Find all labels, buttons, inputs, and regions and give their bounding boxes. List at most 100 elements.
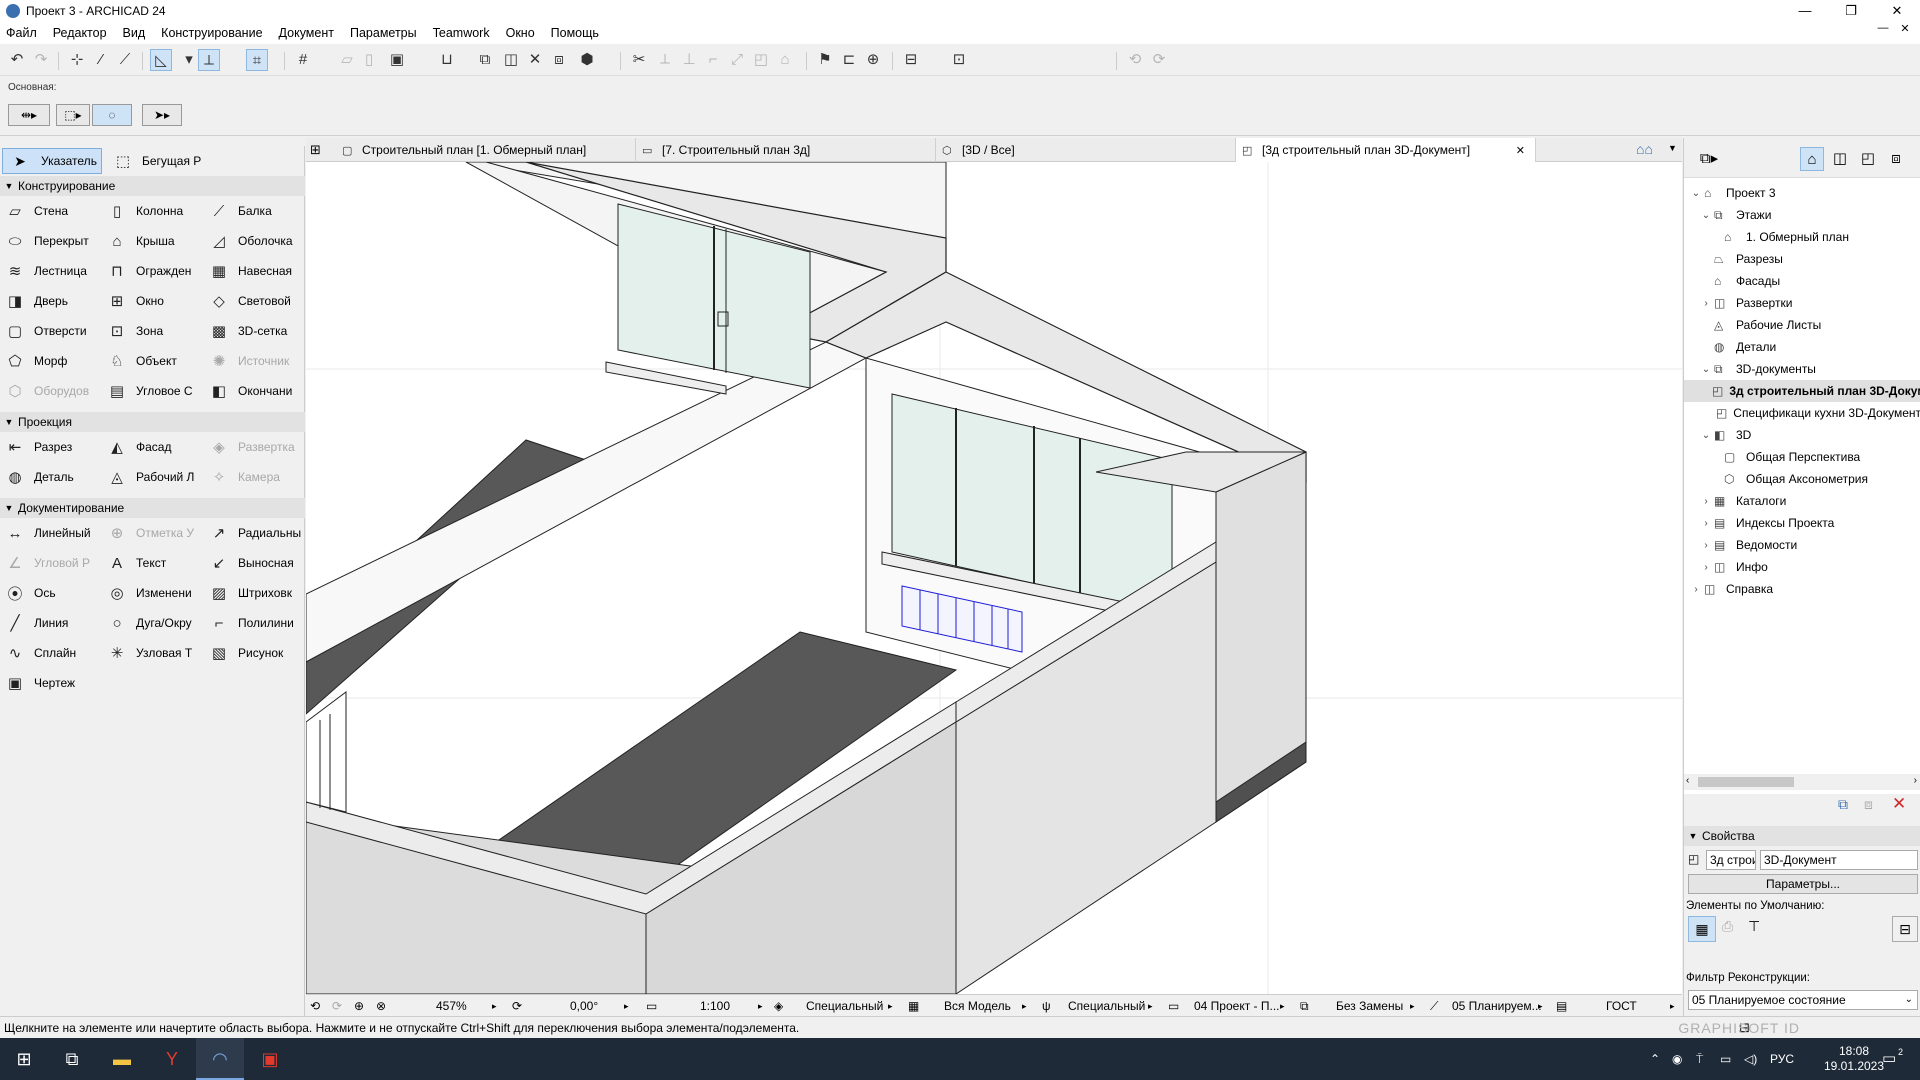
guide-dropdown-icon[interactable]: ▾ [178, 49, 200, 71]
tool-linear-dimension[interactable]: ↔ Линейный [4, 520, 102, 546]
input-language[interactable]: РУС [1770, 1038, 1794, 1080]
chevron-right-icon[interactable]: › [1700, 540, 1712, 551]
geometry-method-icon[interactable]: ◌ [92, 104, 132, 126]
tool-elevation[interactable]: ◭ Фасад [106, 434, 204, 460]
printer-defaults-icon[interactable]: ⎙ [1722, 918, 1733, 935]
task-view-icon[interactable]: ⧉ [48, 1038, 96, 1080]
delete-view-icon[interactable]: ✕ [1892, 794, 1906, 814]
model-view-icon[interactable]: ▦ [908, 995, 919, 1017]
tool-wall[interactable]: ▱ Стена [4, 198, 102, 224]
navigator-mode-icon[interactable]: ⧉▸ [1692, 147, 1726, 171]
collapse-icon[interactable]: ▼ [0, 417, 18, 427]
tab-close-icon[interactable]: ✕ [1516, 144, 1525, 157]
tool-angle-dimension[interactable]: ∠ Угловой Р [4, 550, 102, 576]
navigator-item[interactable]: ◬ Рабочие Листы [1684, 314, 1920, 336]
renovation-value[interactable]: 05 Планируем... [1452, 995, 1542, 1017]
orientation-icon[interactable]: ⟳ [512, 995, 522, 1017]
tab-floor-plan-3d[interactable]: ▭ [7. Строительный план 3д] [636, 138, 936, 162]
resize-icon[interactable]: ◰ [750, 49, 772, 71]
menu-design[interactable]: Конструирование [161, 26, 262, 40]
view-switcher-icon[interactable]: ⌂⌂ [1636, 141, 1653, 157]
renovation-icon[interactable]: ⟋ [1430, 995, 1438, 1017]
tool-corner-window[interactable]: ▤ Угловое С [106, 378, 204, 404]
3d-explore-icon[interactable]: ⧈ [548, 49, 570, 71]
scrollbar-thumb[interactable] [1698, 777, 1794, 787]
tool-drawing[interactable]: ▣ Чертеж [4, 670, 102, 696]
library-defaults-icon[interactable]: ⊤ [1748, 918, 1760, 935]
toolbox-section-header[interactable]: ▼ Проекция [0, 412, 305, 432]
suspend-groups-icon[interactable]: ▣ [386, 49, 408, 71]
navigator-item[interactable]: › ◫ Развертки [1684, 292, 1920, 314]
pick-up-parameters-icon[interactable]: ⊹ [66, 49, 88, 71]
pdf-reader-icon[interactable]: ▣ [246, 1038, 294, 1080]
eyedropper-icon[interactable]: ⁄ [90, 49, 112, 71]
menu-view[interactable]: Вид [123, 26, 146, 40]
maximize-button[interactable]: ❐ [1828, 0, 1874, 22]
layer-combo-icon[interactable]: ◈ [774, 995, 783, 1017]
zoom-back-icon[interactable]: ⟲ [310, 995, 320, 1017]
view-map-icon[interactable]: ◫ [1828, 147, 1852, 171]
standard-icon[interactable]: ▤ [1556, 995, 1567, 1017]
render-icon[interactable]: ⬢ [576, 49, 598, 71]
navigator-item[interactable]: ⬡ Общая Аксонометрия [1684, 468, 1920, 490]
tool-polyline[interactable]: ⌐ Полилини [208, 610, 306, 636]
chevron-right-icon[interactable]: › [1690, 584, 1702, 595]
3d-model-drawing[interactable] [306, 162, 1682, 994]
override-dropdown-icon[interactable]: ▸ [1410, 995, 1415, 1017]
tool-skylight[interactable]: ◇ Световой [208, 288, 306, 314]
structure-icon[interactable]: ⊏ [838, 49, 860, 71]
navigator-item[interactable]: ⌄ ◧ 3D [1684, 424, 1920, 446]
scale-value[interactable]: 1:100 [700, 995, 730, 1017]
layout-book-icon[interactable]: ◰ [1856, 147, 1880, 171]
model-view-dropdown-icon[interactable]: ▸ [1022, 995, 1027, 1017]
angle-value[interactable]: 0,00° [570, 995, 598, 1017]
zoom-dropdown-icon[interactable]: ▸ [492, 995, 497, 1017]
tool-door[interactable]: ◨ Дверь [4, 288, 102, 314]
tool-line[interactable]: ╱ Линия [4, 610, 102, 636]
view-id-field[interactable]: 3д строи [1706, 850, 1756, 870]
pen-set-value[interactable]: Специальный [1068, 995, 1145, 1017]
microphone-icon[interactable]: ⍑ [1696, 1038, 1703, 1080]
roof-trim-icon[interactable]: ⌂ [774, 49, 796, 71]
people-icon[interactable]: ◉ [1672, 1038, 1682, 1080]
tool-slab[interactable]: ⬭ Перекрыт [4, 228, 102, 254]
selection-method-icon[interactable]: ⇹▸ [8, 104, 50, 126]
syringe-icon[interactable]: ⟋ [114, 49, 136, 71]
scroll-right-icon[interactable]: › [1914, 775, 1917, 786]
tool-figure[interactable]: ▧ Рисунок [208, 640, 306, 666]
fit-in-window-icon[interactable]: ⊗ [376, 995, 386, 1017]
tool-level-dimension[interactable]: ⊕ Отметка У [106, 520, 204, 546]
tool-grid-element[interactable]: ⦿ Ось [4, 580, 102, 606]
angle-dropdown-icon[interactable]: ▸ [624, 995, 629, 1017]
view-switcher-dropdown-icon[interactable]: ▼ [1668, 143, 1677, 153]
graphisoft-id[interactable]: GRAPHISOFT ID [1678, 1017, 1800, 1039]
chevron-right-icon[interactable]: › [1700, 562, 1712, 573]
override-icon[interactable]: ⧉ [1300, 995, 1309, 1017]
fillet-icon[interactable]: ⌐ [702, 49, 724, 71]
tool-beam[interactable]: ⟋ Балка [208, 198, 306, 224]
tab-3d-document[interactable]: ◰ [3д строительный план 3D-Документ] ✕ [1236, 138, 1536, 162]
chevron-down-icon[interactable]: ⌄ [1700, 430, 1712, 441]
navigator-item[interactable]: ⌂ Фасады [1684, 270, 1920, 292]
dimension-dropdown-icon[interactable]: ▸ [1280, 995, 1285, 1017]
teamwork-send-icon[interactable]: ⟲ [1124, 49, 1146, 71]
layer-combo-value[interactable]: Специальный [806, 995, 883, 1017]
tool-interior-elevation[interactable]: ◈ Развертка [208, 434, 306, 460]
flag-icon[interactable]: ⚑ [814, 49, 836, 71]
tool-wall-end[interactable]: ◧ Окончани [208, 378, 306, 404]
archicad-icon[interactable]: ◠ [196, 1038, 244, 1080]
zoom-in-icon[interactable]: ⊕ [354, 995, 364, 1017]
collapse-icon[interactable]: ▼ [1684, 831, 1702, 841]
collapse-icon[interactable]: ▼ [0, 181, 18, 191]
tool-window[interactable]: ⊞ Окно [106, 288, 204, 314]
project-map-icon[interactable]: ⌂ [1800, 147, 1824, 171]
standard-value[interactable]: ГОСТ [1606, 995, 1637, 1017]
wall-defaults-icon[interactable]: ▦ [1688, 916, 1716, 942]
teamwork-receive-icon[interactable]: ⟳ [1148, 49, 1170, 71]
undo-icon[interactable]: ↶ [6, 49, 28, 71]
renovation-dropdown-icon[interactable]: ▸ [1538, 995, 1543, 1017]
navigator-item[interactable]: › ▤ Индексы Проекта [1684, 512, 1920, 534]
defaults-settings-icon[interactable]: ⊟ [1892, 916, 1918, 942]
layer-settings-icon[interactable]: ⧉ [474, 49, 496, 71]
scale-icon[interactable]: ▭ [646, 995, 657, 1017]
